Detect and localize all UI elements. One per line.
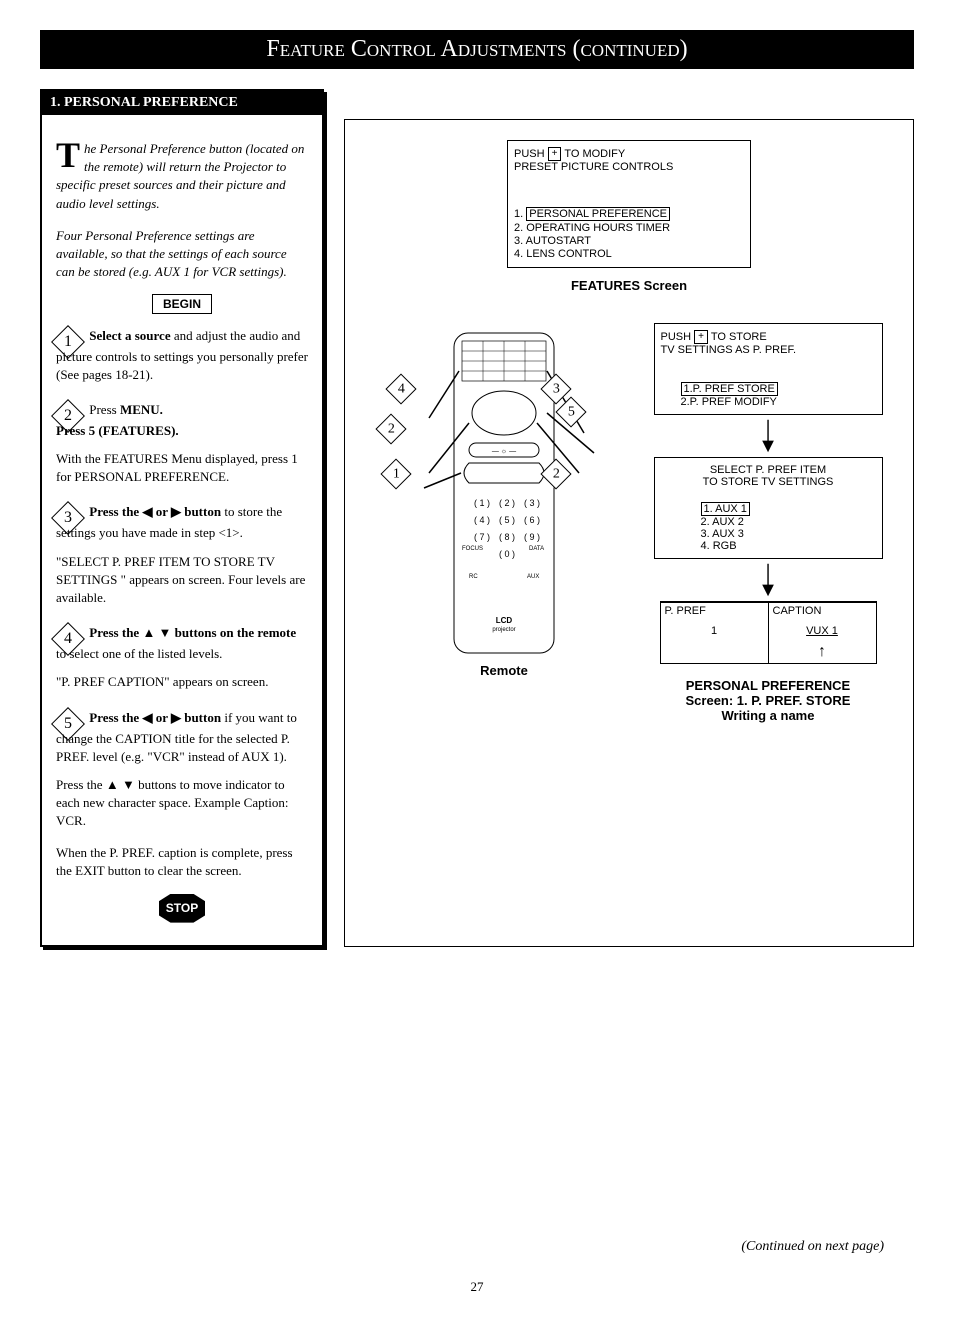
svg-text:( 6 ): ( 6 ) [524, 515, 540, 525]
plus-icon: + [548, 147, 562, 161]
arrow-up-icon: ↑ [773, 643, 872, 661]
features-item-2: 2. OPERATING HOURS TIMER [514, 222, 744, 234]
stop-marker: STOP [56, 894, 308, 923]
svg-text:( 7 ): ( 7 ) [474, 532, 490, 542]
intro-paragraph-1: The Personal Preference button (located … [56, 140, 308, 213]
page-header-bar: Feature Control Adjustments (continued) [40, 30, 914, 69]
pp1-item1: 1.P. PREF STORE [681, 382, 778, 396]
svg-text:projector: projector [492, 627, 515, 633]
step-4: 4 Press the ▲ ▼ buttons on the remote to… [56, 621, 308, 691]
instructions-panel: 1. PERSONAL PREFERENCE The Personal Pref… [40, 89, 324, 947]
page-title: Feature Control Adjustments (continued) [266, 36, 687, 62]
illustration-panel: PUSH + TO MODIFY PRESET PICTURE CONTROLS… [344, 119, 914, 947]
features-item-4: 4. LENS CONTROL [514, 248, 744, 260]
step-5: 5 Press the ◀ or ▶ button if you want to… [56, 706, 308, 880]
svg-text:RC: RC [469, 574, 478, 580]
step-1: 1 Select a source and adjust the audio a… [56, 324, 308, 384]
features-screen-label: FEATURES Screen [375, 278, 883, 293]
features-item-1: PERSONAL PREFERENCE [526, 207, 670, 221]
pp-screens-area: PUSH + TO STORE TV SETTINGS AS P. PREF. … [653, 323, 883, 723]
pp-label-1: PERSONAL PREFERENCE [686, 678, 850, 693]
begin-marker: BEGIN [56, 295, 308, 313]
step-3: 3 Press the ◀ or ▶ button to store the s… [56, 500, 308, 607]
pp-label-3: Writing a name [722, 708, 815, 723]
pp-screen-1: PUSH + TO STORE TV SETTINGS AS P. PREF. … [654, 323, 883, 415]
pp2-item2: 2. AUX 2 [701, 516, 744, 528]
svg-text:LCD: LCD [496, 616, 513, 625]
dropcap: T [56, 140, 80, 170]
pp-screen-3: P. PREF 1 CAPTION VUX 1 ↑ [660, 601, 877, 664]
pp2-item4: 4. RGB [701, 540, 737, 552]
arrow-down-icon: │▼ [653, 569, 883, 597]
pp-screen-2: SELECT P. PREF ITEM TO STORE TV SETTINGS… [654, 457, 883, 559]
svg-text:( 0 ): ( 0 ) [499, 549, 515, 559]
features-item-3: 3. AUTOSTART [514, 235, 744, 247]
continued-note: (Continued on next page) [741, 1239, 884, 1255]
intro-paragraph-2: Four Personal Preference settings are av… [56, 227, 308, 282]
pp2-item3: 3. AUX 3 [701, 528, 744, 540]
svg-text:AUX: AUX [527, 574, 539, 580]
pp1-item2: 2.P. PREF MODIFY [681, 396, 777, 408]
features-screen-box: PUSH + TO MODIFY PRESET PICTURE CONTROLS… [507, 140, 751, 268]
svg-text:( 2 ): ( 2 ) [499, 498, 515, 508]
svg-text:DATA: DATA [529, 546, 544, 552]
plus-icon: + [694, 330, 708, 344]
svg-text:( 8 ): ( 8 ) [499, 532, 515, 542]
arrow-down-icon: │▼ [653, 425, 883, 453]
svg-text:( 3 ): ( 3 ) [524, 498, 540, 508]
svg-text:( 5 ): ( 5 ) [499, 515, 515, 525]
remote-illustration: — ☼ — ( 1 ) ( 2 ) ( 3 ) ( 4 ) ( 5 ) ( 6 … [375, 323, 633, 723]
svg-text:— ☼ —: — ☼ — [492, 448, 516, 455]
section-header: 1. PERSONAL PREFERENCE [42, 91, 322, 115]
pp-label-2: Screen: 1. P. PREF. STORE [686, 693, 851, 708]
step-2: 2 Press MENU. Press 5 (FEATURES). With t… [56, 398, 308, 487]
svg-text:( 1 ): ( 1 ) [474, 498, 490, 508]
page-number: 27 [471, 1279, 484, 1295]
svg-text:( 9 ): ( 9 ) [524, 532, 540, 542]
svg-text:FOCUS: FOCUS [462, 546, 483, 552]
svg-text:( 4 ): ( 4 ) [474, 515, 490, 525]
pp2-item1: 1. AUX 1 [701, 502, 750, 516]
remote-svg: — ☼ — ( 1 ) ( 2 ) ( 3 ) ( 4 ) ( 5 ) ( 6 … [399, 323, 609, 683]
